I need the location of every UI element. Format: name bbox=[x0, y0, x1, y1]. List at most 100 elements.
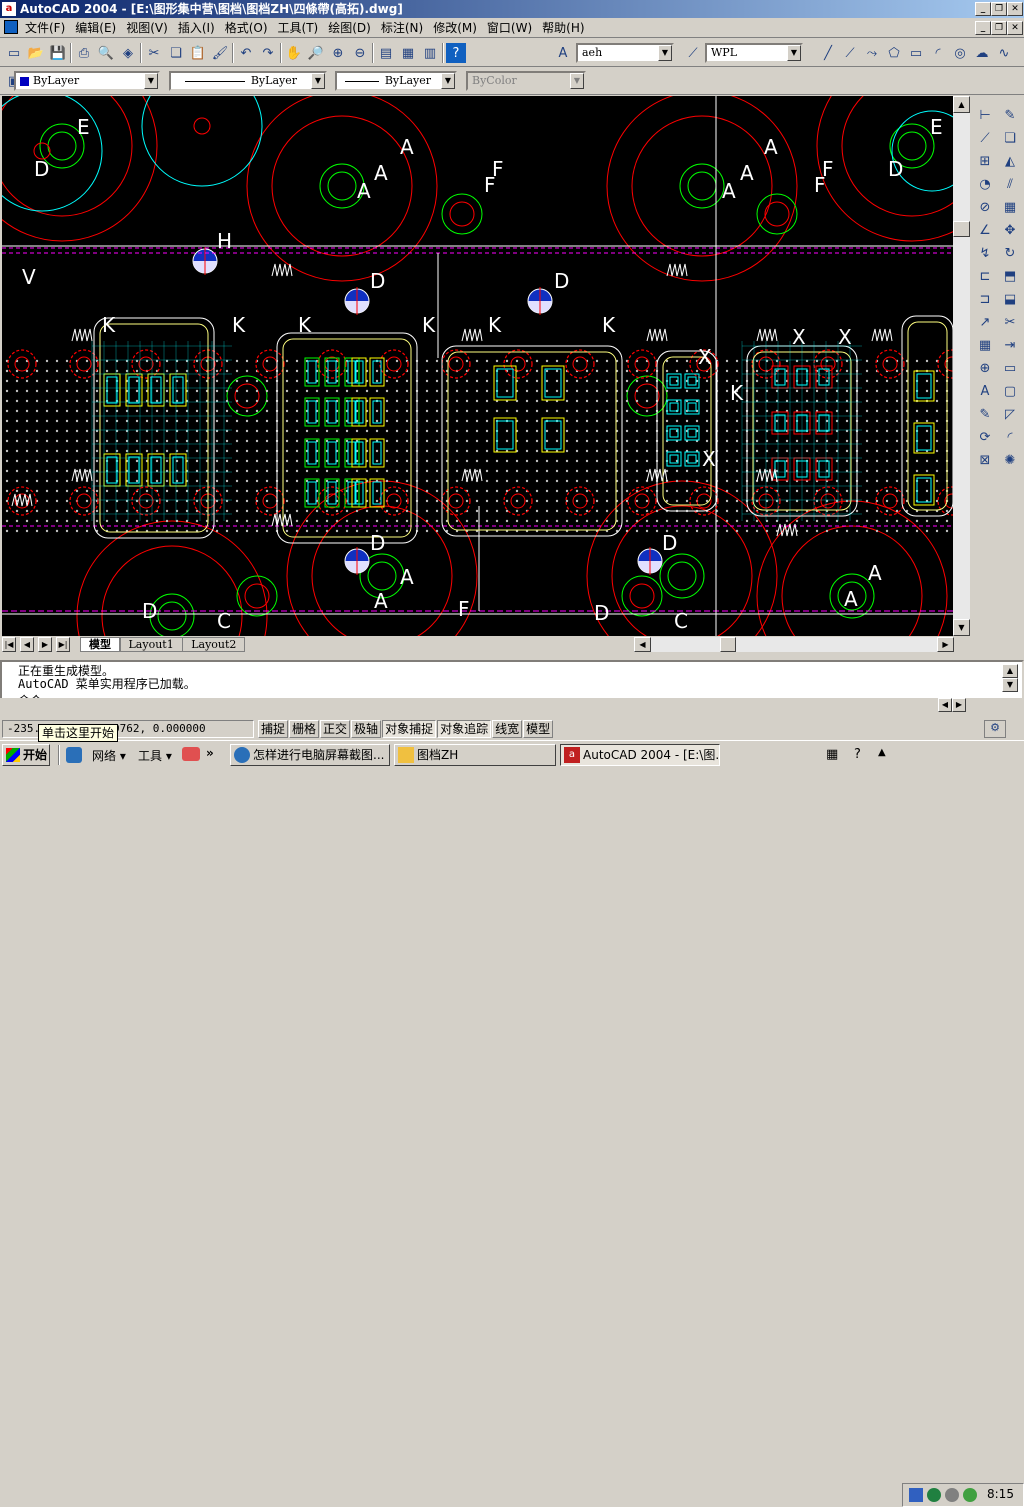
autocad-icon[interactable]: a bbox=[2, 2, 16, 16]
taskbar-item-autocad[interactable]: a AutoCAD 2004 - [E:\图... bbox=[560, 744, 720, 766]
scale-icon[interactable]: ⬒ bbox=[999, 265, 1021, 287]
save-icon[interactable]: 💾 bbox=[48, 43, 68, 63]
dim-ordinate-icon[interactable]: ⊞ bbox=[974, 150, 996, 172]
dim-angular-icon[interactable]: ∠ bbox=[974, 219, 996, 241]
doc-close-button[interactable]: ✕ bbox=[1007, 21, 1023, 35]
dim-linear-icon[interactable]: ⊢ bbox=[974, 104, 996, 126]
explode-icon[interactable]: ✺ bbox=[999, 449, 1021, 471]
dim-edit-icon[interactable]: A bbox=[974, 380, 996, 402]
next-tab-button[interactable]: ▶ bbox=[38, 637, 52, 652]
tolerance-icon[interactable]: ▦ bbox=[974, 334, 996, 356]
help-tray-icon[interactable]: ? bbox=[854, 747, 861, 762]
move-icon[interactable]: ✥ bbox=[999, 219, 1021, 241]
polyline-icon[interactable]: ⤳ bbox=[862, 43, 882, 63]
cmd-scroll-left-button[interactable]: ◀ bbox=[938, 698, 952, 712]
publish-icon[interactable]: ◈ bbox=[118, 43, 138, 63]
dim-radius-icon[interactable]: ◔ bbox=[974, 173, 996, 195]
scroll-left-button[interactable]: ◀ bbox=[634, 637, 651, 652]
dim-continue-icon[interactable]: ⊐ bbox=[974, 288, 996, 310]
menu-edit[interactable]: 编辑(E) bbox=[70, 18, 121, 38]
scroll-right-button[interactable]: ▶ bbox=[937, 637, 954, 652]
undo-icon[interactable]: ↶ bbox=[236, 43, 256, 63]
extend-icon[interactable]: ⇥ bbox=[999, 334, 1021, 356]
menu-view[interactable]: 视图(V) bbox=[121, 18, 173, 38]
document-icon[interactable] bbox=[4, 20, 18, 34]
center-mark-icon[interactable]: ⊕ bbox=[974, 357, 996, 379]
lineweight-toggle[interactable]: 线宽 bbox=[492, 720, 523, 738]
break-icon[interactable]: ▭ bbox=[999, 357, 1021, 379]
vertical-scrollbar[interactable]: ▲ ▼ bbox=[953, 96, 970, 636]
redo-icon[interactable]: ↷ bbox=[258, 43, 278, 63]
linetype-select[interactable]: ByLayer ▼ bbox=[169, 71, 327, 91]
dim-text-edit-icon[interactable]: ✎ bbox=[974, 403, 996, 425]
quick-network-menu[interactable]: 网络 ▾ bbox=[92, 747, 126, 764]
tray-expand-icon[interactable]: ▲ bbox=[878, 747, 886, 758]
revcloud-icon[interactable]: ☁ bbox=[972, 43, 992, 63]
rotate-icon[interactable]: ↻ bbox=[999, 242, 1021, 264]
horizontal-scrollbar[interactable]: ◀ ▶ bbox=[634, 637, 954, 652]
quick-leader-icon[interactable]: ↗ bbox=[974, 311, 996, 333]
quick-tools-menu[interactable]: 工具 ▾ bbox=[138, 747, 172, 764]
stretch-icon[interactable]: ⬓ bbox=[999, 288, 1021, 310]
fillet-icon[interactable]: ◜ bbox=[999, 426, 1021, 448]
menu-dimension[interactable]: 标注(N) bbox=[376, 18, 428, 38]
zoom-window-icon[interactable]: ⊕ bbox=[328, 43, 348, 63]
scroll-down-button[interactable]: ▼ bbox=[953, 619, 970, 636]
lineweight-select[interactable]: ByLayer ▼ bbox=[335, 71, 457, 91]
properties-icon[interactable]: ▤ bbox=[376, 43, 396, 63]
join-icon[interactable]: ▢ bbox=[999, 380, 1021, 402]
copy-object-icon[interactable]: ❏ bbox=[999, 127, 1021, 149]
last-tab-button[interactable]: ▶| bbox=[56, 637, 70, 652]
tab-layout1[interactable]: Layout1 bbox=[119, 637, 183, 652]
update-icon[interactable] bbox=[963, 1488, 977, 1502]
dim-style-manager-icon[interactable]: ⊠ bbox=[974, 449, 996, 471]
restore-button[interactable]: ❐ bbox=[991, 2, 1007, 16]
erase-icon[interactable]: ✎ bbox=[999, 104, 1021, 126]
preview-icon[interactable]: 🔍 bbox=[96, 43, 116, 63]
tab-model[interactable]: 模型 bbox=[80, 637, 120, 652]
spline-icon[interactable]: ∿ bbox=[994, 43, 1014, 63]
design-center-icon[interactable]: ▦ bbox=[398, 43, 418, 63]
menu-window[interactable]: 窗口(W) bbox=[482, 18, 537, 38]
copy-icon[interactable]: ❏ bbox=[166, 43, 186, 63]
cut-icon[interactable]: ✂ bbox=[144, 43, 164, 63]
close-button[interactable]: ✕ bbox=[1007, 2, 1023, 16]
menu-help[interactable]: 帮助(H) bbox=[537, 18, 589, 38]
tab-layout2[interactable]: Layout2 bbox=[182, 637, 246, 652]
menu-insert[interactable]: 插入(I) bbox=[173, 18, 220, 38]
quick-dim-icon[interactable]: ↯ bbox=[974, 242, 996, 264]
zoom-previous-icon[interactable]: ⊖ bbox=[350, 43, 370, 63]
prev-tab-button[interactable]: ◀ bbox=[20, 637, 34, 652]
menu-modify[interactable]: 修改(M) bbox=[428, 18, 482, 38]
polygon-icon[interactable]: ⬠ bbox=[884, 43, 904, 63]
new-icon[interactable]: ▭ bbox=[4, 43, 24, 63]
taskbar-item-folder[interactable]: 图档ZH bbox=[394, 744, 556, 766]
otrack-toggle[interactable]: 对象追踪 bbox=[437, 720, 492, 738]
menu-file[interactable]: 文件(F) bbox=[20, 18, 70, 38]
trim-icon[interactable]: ✂ bbox=[999, 311, 1021, 333]
offset-icon[interactable]: ⫽ bbox=[999, 173, 1021, 195]
dim-baseline-icon[interactable]: ⊏ bbox=[974, 265, 996, 287]
first-tab-button[interactable]: |◀ bbox=[2, 637, 16, 652]
security-icon[interactable] bbox=[927, 1488, 941, 1502]
dim-update-icon[interactable]: ⟳ bbox=[974, 426, 996, 448]
menu-tools[interactable]: 工具(T) bbox=[273, 18, 324, 38]
doc-restore-button[interactable]: ❐ bbox=[991, 21, 1007, 35]
command-hscrollbar[interactable]: ◀ ▶ bbox=[0, 698, 1024, 712]
text-style-icon[interactable]: A bbox=[553, 43, 573, 63]
snap-toggle[interactable]: 捕捉 bbox=[258, 720, 289, 738]
more-icon[interactable]: » bbox=[206, 746, 214, 760]
match-properties-icon[interactable]: 🖌 bbox=[210, 43, 230, 63]
start-button[interactable]: 开始 bbox=[2, 744, 50, 766]
keyboard-icon[interactable]: ▦ bbox=[826, 747, 838, 762]
construction-line-icon[interactable]: ⟋ bbox=[840, 43, 860, 63]
dim-style-icon[interactable]: ⟋ bbox=[683, 43, 703, 63]
array-icon[interactable]: ▦ bbox=[999, 196, 1021, 218]
clock[interactable]: 8:15 bbox=[987, 1487, 1014, 1501]
arc-icon[interactable]: ◜ bbox=[928, 43, 948, 63]
text-style-select[interactable]: aeh ▼ bbox=[576, 43, 674, 63]
horizontal-scroll-thumb[interactable] bbox=[720, 637, 736, 652]
color-select[interactable]: ByLayer ▼ bbox=[14, 71, 160, 91]
zoom-realtime-icon[interactable]: 🔎 bbox=[306, 43, 326, 63]
osnap-toggle[interactable]: 对象捕捉 bbox=[382, 720, 437, 738]
